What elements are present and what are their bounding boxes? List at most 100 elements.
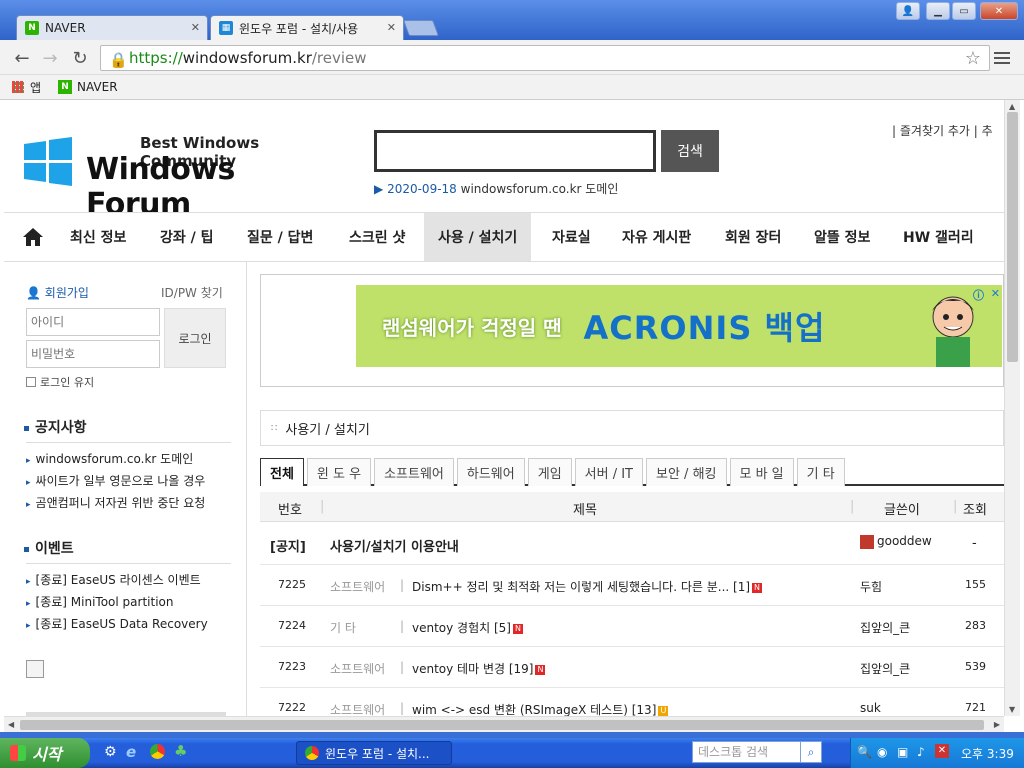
start-button[interactable]: 시작 [0,738,90,768]
tab-server[interactable]: 서버 / IT [574,458,643,486]
close-icon[interactable]: ✕ [387,21,396,34]
author[interactable]: 두힘 [860,578,882,595]
scroll-up-icon[interactable]: ▲ [1009,102,1015,111]
tab-hardware[interactable]: 하드웨어 [456,458,525,486]
list-item[interactable]: [종료] EaseUS 라이센스 이벤트 [26,570,231,592]
tab-all[interactable]: 전체 [260,458,304,486]
horizontal-scrollbar[interactable]: ◀ ▶ [4,716,1004,732]
list-item[interactable]: [종료] EaseUS Data Recovery [26,614,231,636]
table-row[interactable]: 7223 소프트웨어 | ventoy 테마 변경 [19] N 집앞의_큰 53… [260,647,1004,688]
browser-titlebar: N NAVER ✕ ▦ 윈도우 포럼 - 설치/사용 ✕ 👤 ▁ ▭ ✕ [0,0,1024,40]
scroll-left-icon[interactable]: ◀ [8,720,14,729]
keep-login-checkbox[interactable] [26,377,36,387]
header-notice[interactable]: ▶ 2020-09-18 windowsforum.co.kr 도메인 [374,180,618,197]
table-row[interactable]: 7222 소프트웨어 | wim <-> esd 변환 (RSImageX 테스… [260,688,1004,716]
login-button[interactable]: 로그인 [164,308,226,368]
signup-link[interactable]: 👤 회원가입 [26,284,89,301]
minimize-button[interactable]: ▁ [926,2,950,20]
author[interactable]: 집앞의_큰 [860,619,910,636]
nav-review[interactable]: 사용 / 설치기 [424,213,532,261]
tray-search-icon[interactable]: 🔍 [857,745,872,759]
chrome-icon[interactable] [150,744,165,759]
author[interactable]: gooddew [860,534,932,549]
nav-free-board[interactable]: 자유 게시판 [612,213,701,261]
taskbar-chrome-window[interactable]: 윈도우 포럼 - 설치... [296,741,452,765]
nav-tutorials[interactable]: 강좌 / 팁 [150,213,224,261]
maximize-button[interactable]: ▭ [952,2,976,20]
close-icon[interactable]: ✕ [191,21,200,34]
bookmark-naver[interactable]: N NAVER [58,78,118,96]
table-row-notice[interactable]: [공지] 사용기/설치기 이용안내 gooddew - [260,522,1004,565]
ie-settings-icon[interactable]: ⚙ [104,744,117,760]
post-title[interactable]: ventoy 테마 변경 [19] N [412,660,546,677]
address-bar[interactable]: 🔒 https:// windowsforum.kr /review ☆ [100,45,990,71]
post-title[interactable]: wim <-> esd 변환 (RSImageX 테스트) [13] U [412,701,669,716]
nav-market[interactable]: 회원 장터 [715,213,791,261]
scroll-right-icon[interactable]: ▶ [994,720,1000,729]
new-badge-icon: N [513,623,523,634]
home-icon[interactable] [12,213,54,261]
nav-files[interactable]: 자료실 [542,213,601,261]
scroll-down-icon[interactable]: ▼ [1009,705,1015,714]
ie-icon[interactable]: e [126,743,136,761]
reload-button[interactable]: ↻ [70,48,90,69]
nav-deals[interactable]: 알뜰 정보 [804,213,880,261]
vertical-scrollbar[interactable]: ▲ ▼ [1004,100,1020,716]
nav-qna[interactable]: 질문 / 답변 [237,213,323,261]
table-row[interactable]: 7225 소프트웨어 | Dism++ 정리 및 최적화 저는 이렇게 세팅했습… [260,565,1004,606]
site-search-button[interactable]: 검색 [661,130,719,172]
scroll-thumb[interactable] [1007,112,1018,362]
list-item[interactable]: 싸이트가 일부 영문으로 나올 경우 [26,471,231,493]
table-row[interactable]: 7224 기 타 | ventoy 경험치 [5] N 집앞의_큰 283 [260,606,1004,647]
volume-icon[interactable]: ♪ [917,745,925,759]
user-icon[interactable]: 👤 [896,2,920,20]
list-item[interactable]: [종료] MiniTool partition [26,592,231,614]
nav-latest[interactable]: 최신 정보 [60,213,136,261]
bookmark-star-icon[interactable]: ☆ [965,48,981,69]
tab-game[interactable]: 게임 [527,458,572,486]
search-icon[interactable]: ⌕ [800,741,822,763]
post-title[interactable]: 사용기/설치기 이용안내 [330,536,459,555]
nav-hw-gallery[interactable]: HW 갤러리 [893,213,984,261]
forward-button[interactable]: → [40,48,60,69]
close-window-button[interactable]: ✕ [980,2,1018,20]
network-icon[interactable]: ▣ [897,745,908,759]
ad-close-icon[interactable]: ✕ [991,287,1000,300]
tab-etc[interactable]: 기 타 [796,458,845,486]
post-title[interactable]: ventoy 경험치 [5] N [412,619,523,636]
top-links[interactable]: | 즐겨찾기 추가 | 추 [892,122,993,139]
security-alert-icon[interactable]: ✕ [935,744,949,758]
windows-icon: ▦ [219,21,233,35]
new-tab-button[interactable] [403,20,439,36]
keep-login[interactable]: 로그인 유지 [26,374,94,390]
ad-info-icon[interactable]: ⓘ [973,287,984,303]
ad-banner[interactable]: 랜섬웨어가 걱정일 땐 ACRONIS 백업 ⓘ ✕ [356,285,1002,367]
nav-screenshots[interactable]: 스크린 샷 [339,213,415,261]
tab-mobile[interactable]: 모 바 일 [729,458,794,486]
post-title[interactable]: Dism++ 정리 및 최적화 저는 이렇게 세팅했습니다. 다른 분... [… [412,578,782,595]
list-item[interactable]: 곰앤컴퍼니 저자권 위반 중단 요청 [26,493,231,515]
site-logo[interactable]: Best Windows Community Windows Forum [22,132,342,222]
events-list: [종료] EaseUS 라이센스 이벤트 [종료] MiniTool parti… [26,563,231,636]
hscroll-thumb[interactable] [20,720,984,730]
updated-badge-icon: U [658,705,669,716]
back-button[interactable]: ← [12,48,32,69]
tab-security[interactable]: 보안 / 해킹 [646,458,727,486]
clover-icon[interactable]: ♣ [174,742,187,760]
tab-naver[interactable]: N NAVER ✕ [16,15,208,40]
tray-app-icon[interactable]: ◉ [877,745,887,759]
tab-windowsforum[interactable]: ▦ 윈도우 포럼 - 설치/사용 ✕ [210,15,404,40]
find-account-link[interactable]: ID/PW 찾기 [161,284,223,301]
author[interactable]: 집앞의_큰 [860,660,910,677]
tab-windows[interactable]: 윈 도 우 [306,458,372,486]
password-input[interactable] [26,340,160,368]
menu-icon[interactable] [994,52,1010,64]
author[interactable]: suk [860,701,881,715]
bookmark-apps[interactable]: 앱 [12,78,41,96]
tab-title: 윈도우 포럼 - 설치/사용 [239,21,359,36]
category-tabs: 전체 윈 도 우 소프트웨어 하드웨어 게임 서버 / IT 보안 / 해킹 모… [260,458,1004,486]
id-input[interactable] [26,308,160,336]
list-item[interactable]: windowsforum.co.kr 도메인 [26,449,231,471]
tab-software[interactable]: 소프트웨어 [374,458,454,486]
site-search-input[interactable] [374,130,656,172]
